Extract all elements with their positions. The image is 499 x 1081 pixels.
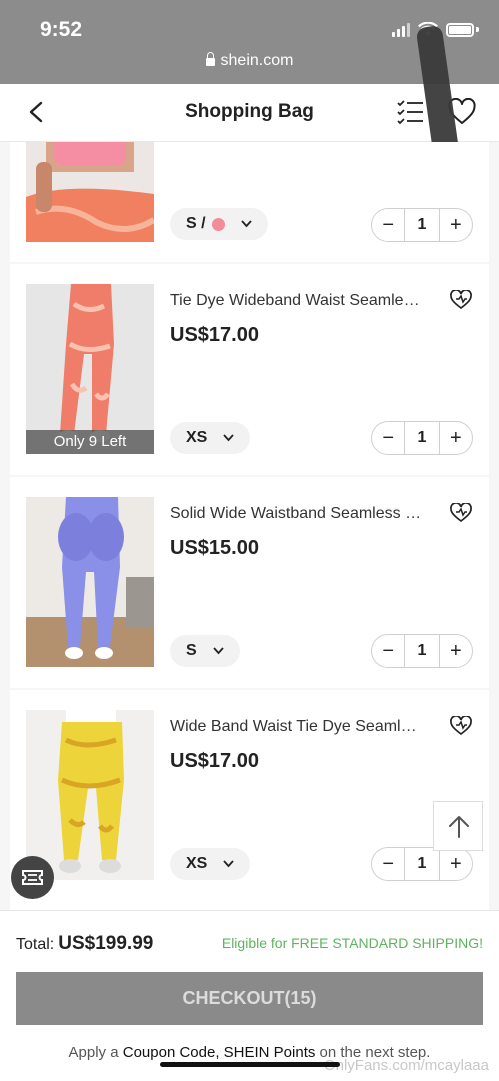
quantity-stepper: − 1 + — [371, 421, 473, 455]
product-price: US$17.00 — [170, 750, 259, 772]
cart-item: Wide Band Waist Tie Dye Seamless Legging… — [10, 690, 489, 910]
arrow-up-icon — [449, 816, 469, 838]
promo-prefix: Apply a — [68, 1044, 119, 1061]
chevron-down-icon — [240, 220, 252, 228]
promo-links[interactable]: Coupon Code, SHEIN Points — [123, 1044, 316, 1061]
product-image[interactable]: Only 9 Left — [26, 284, 154, 454]
increase-quantity-button[interactable]: + — [440, 635, 472, 667]
size-selector[interactable]: S — [170, 635, 240, 667]
product-price: US$17.00 — [170, 324, 259, 346]
product-title[interactable]: Tie Dye Wideband Waist Seamless Leggings — [170, 292, 422, 310]
decrease-quantity-button[interactable]: − — [372, 422, 404, 454]
cart-item: S / − 1 + — [10, 142, 489, 262]
size-selector[interactable]: S / — [170, 208, 268, 240]
size-value: XS — [186, 429, 208, 446]
increase-quantity-button[interactable]: + — [440, 422, 472, 454]
decrease-quantity-button[interactable]: − — [372, 635, 404, 667]
url-text: shein.com — [220, 52, 294, 69]
status-time: 9:52 — [40, 18, 83, 41]
increase-quantity-button[interactable]: + — [440, 209, 472, 241]
product-title[interactable]: Wide Band Waist Tie Dye Seamless Legging… — [170, 718, 422, 736]
free-shipping-note: Eligible for FREE STANDARD SHIPPING! — [221, 935, 483, 951]
stock-tag: Only 9 Left — [26, 430, 154, 454]
size-value: S — [186, 642, 197, 659]
quantity-value[interactable]: 1 — [404, 422, 440, 454]
decrease-quantity-button[interactable]: − — [372, 848, 404, 880]
chevron-down-icon — [223, 860, 235, 868]
checkout-footer: Total: US$199.99 Eligible for FREE STANDA… — [0, 910, 499, 1081]
color-swatch — [211, 217, 225, 231]
quantity-stepper: − 1 + — [371, 208, 473, 242]
scroll-to-top-button[interactable] — [433, 801, 483, 851]
cart-item: Only 9 Left Tie Dye Wideband Waist Seaml… — [10, 264, 489, 475]
quantity-stepper: − 1 + — [371, 847, 473, 881]
cart-item-list: S / − 1 + Only 9 Left Tie Dye Wideband W… — [10, 142, 489, 910]
product-title[interactable]: Solid Wide Waistband Seamless Leggings — [170, 505, 422, 523]
battery-icon — [446, 22, 474, 37]
signal-icon — [392, 22, 410, 37]
page-title: Shopping Bag — [185, 101, 314, 122]
quantity-value[interactable]: 1 — [404, 635, 440, 667]
watermark: OnlyFans.com/mcaylaaa — [323, 1057, 489, 1074]
product-image[interactable] — [26, 710, 154, 880]
lock-icon — [205, 52, 215, 66]
chevron-down-icon — [223, 434, 235, 442]
checklist-icon[interactable] — [396, 99, 424, 125]
home-indicator — [160, 1062, 340, 1067]
product-image[interactable] — [26, 142, 154, 242]
move-to-wishlist-icon[interactable] — [450, 503, 472, 523]
size-selector[interactable]: XS — [170, 422, 251, 454]
chevron-down-icon — [213, 647, 224, 655]
ticket-icon — [22, 870, 43, 885]
checkout-button[interactable]: CHECKOUT(15) — [16, 972, 483, 1025]
product-price: US$15.00 — [170, 537, 259, 559]
quantity-value[interactable]: 1 — [404, 209, 440, 241]
coupon-button[interactable] — [11, 856, 54, 899]
move-to-wishlist-icon[interactable] — [450, 716, 472, 736]
decrease-quantity-button[interactable]: − — [372, 209, 404, 241]
total-label: Total: — [16, 936, 55, 953]
total-value: US$199.99 — [58, 933, 154, 954]
size-selector[interactable]: XS — [170, 848, 251, 880]
increase-quantity-button[interactable]: + — [440, 848, 472, 880]
size-value: S / — [186, 215, 206, 232]
product-image[interactable] — [26, 497, 154, 667]
size-value: XS — [186, 855, 208, 872]
move-to-wishlist-icon[interactable] — [450, 290, 472, 310]
quantity-stepper: − 1 + — [371, 634, 473, 668]
quantity-value[interactable]: 1 — [404, 848, 440, 880]
total-summary: Total: US$199.99 — [16, 933, 153, 955]
cart-item: Solid Wide Waistband Seamless Leggings U… — [10, 477, 489, 688]
